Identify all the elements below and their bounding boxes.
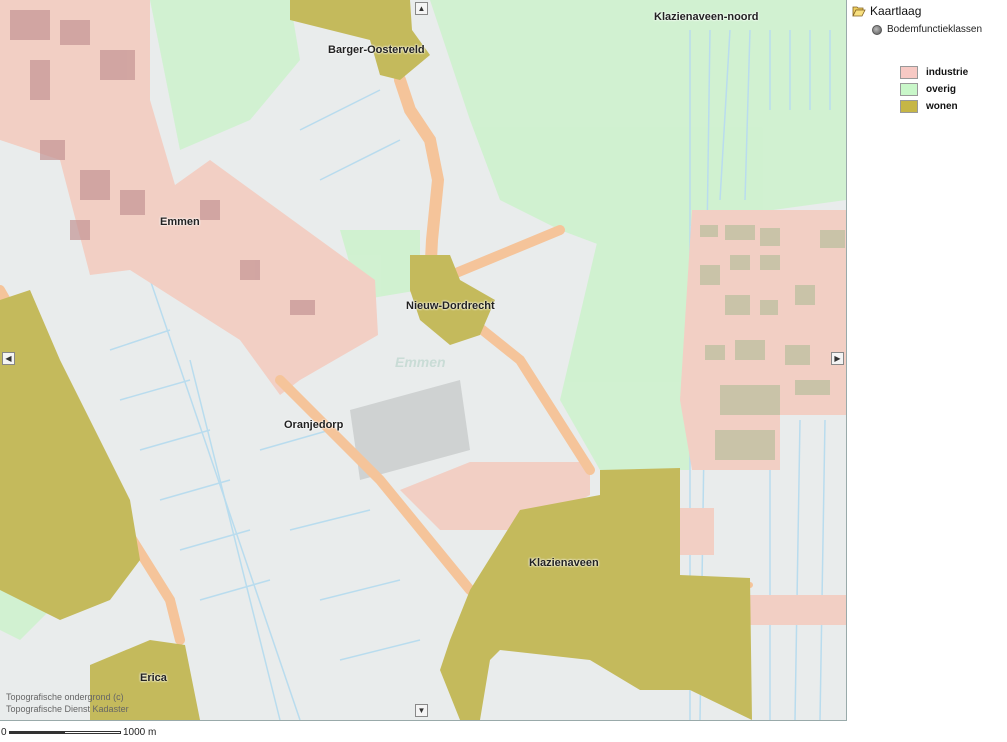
place-label-nieuw-dordrecht: Nieuw-Dordrecht	[406, 300, 495, 312]
legend-row-industrie: industrie	[900, 66, 968, 79]
layer-title-text: Kaartlaag	[870, 4, 922, 18]
pan-left-button[interactable]: ◀	[2, 352, 15, 365]
scale-bar: 0 1000 m	[0, 723, 200, 741]
legend-label-wonen: wonen	[926, 101, 958, 112]
place-label-emmen: Emmen	[160, 216, 200, 228]
place-label-klazienaveen-noord: Klazienaveen-noord	[654, 11, 759, 23]
place-label-klazienaveen: Klazienaveen	[529, 557, 599, 569]
legend-row-wonen: wonen	[900, 100, 958, 113]
layer-item-label: Bodemfunctieklassen	[887, 24, 983, 35]
pan-up-button[interactable]: ▲	[415, 2, 428, 15]
legend-swatch-overig	[900, 83, 918, 96]
legend-swatch-wonen	[900, 100, 918, 113]
radio-selected-icon[interactable]	[872, 24, 882, 35]
pan-right-button[interactable]: ▶	[831, 352, 844, 365]
pan-down-button[interactable]: ▼	[415, 704, 428, 717]
layer-title[interactable]: Kaartlaag	[852, 4, 921, 18]
legend-label-industrie: industrie	[926, 67, 969, 78]
copyright-line-1: Topografische ondergrond (c)	[6, 692, 124, 702]
scale-bar-graphic	[9, 731, 121, 734]
place-label-oranjedorp: Oranjedorp	[284, 419, 344, 431]
legend-panel: Kaartlaag Bodemfunctieklassen industrie …	[850, 0, 1007, 720]
map-view[interactable]: Klazienaveen-noord Barger-Oosterveld Emm…	[0, 0, 847, 721]
legend-swatch-industrie	[900, 66, 918, 79]
scale-end-label: 1000 m	[123, 727, 157, 738]
copyright-line-2: Topografische Dienst Kadaster	[6, 704, 129, 714]
municipality-label: Emmen	[395, 354, 446, 370]
place-label-barger-oosterveld: Barger-Oosterveld	[328, 44, 425, 56]
legend-row-overig: overig	[900, 83, 956, 96]
folder-open-icon	[852, 5, 866, 17]
place-label-erica: Erica	[140, 672, 167, 684]
scale-start-label: 0	[1, 727, 7, 738]
layer-item-bodemfunctieklassen[interactable]: Bodemfunctieklassen	[872, 24, 982, 35]
legend-label-overig: overig	[926, 84, 957, 95]
